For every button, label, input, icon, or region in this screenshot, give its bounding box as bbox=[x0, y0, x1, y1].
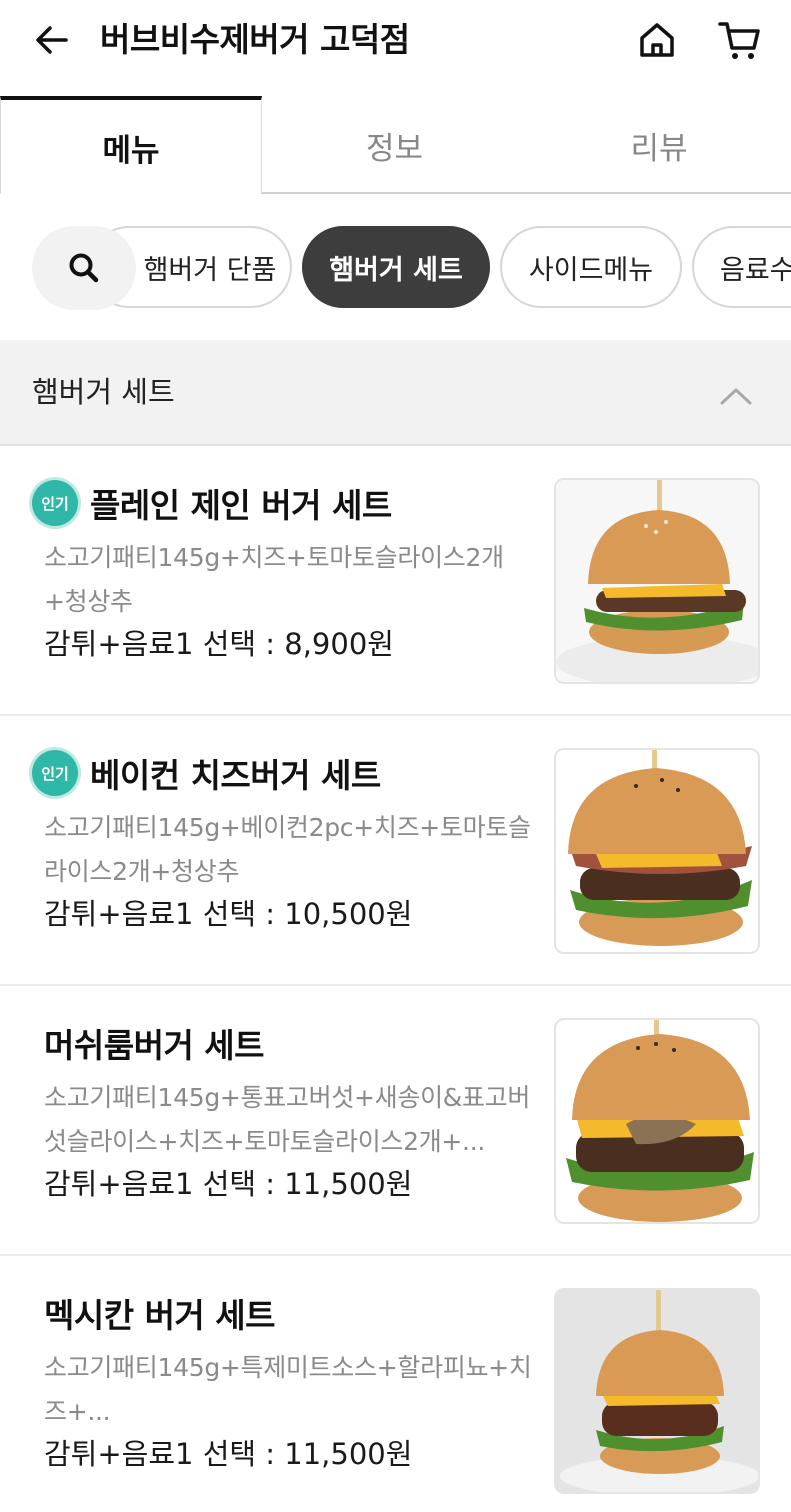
burger-photo bbox=[556, 1290, 758, 1492]
chip-drinks-label: 음료수 bbox=[720, 254, 791, 286]
tab-menu[interactable]: 메뉴 bbox=[0, 96, 262, 194]
menu-item-name-row: 인기 플레인 제인 버거 세트 bbox=[32, 480, 392, 526]
menu-search-button[interactable] bbox=[32, 226, 136, 310]
menu-item-name: 베이컨 치즈버거 세트 bbox=[90, 756, 381, 795]
home-button[interactable] bbox=[632, 16, 682, 64]
tab-reviews[interactable]: 리뷰 bbox=[527, 96, 791, 194]
menu-item-description: 소고기패티145g+베이컨2pc+치즈+토마토슬라이스2개+청상추 bbox=[44, 813, 531, 886]
menu-item-description: 소고기패티145g+치즈+토마토슬라이스2개+청상추 bbox=[44, 543, 504, 616]
section-header[interactable]: 햄버거 세트 bbox=[0, 340, 791, 446]
search-icon bbox=[69, 253, 99, 283]
cart-button[interactable] bbox=[714, 16, 766, 64]
menu-item-name: 멕시칸 버거 세트 bbox=[44, 1296, 276, 1335]
menu-item-photo bbox=[554, 748, 760, 954]
menu-item-description: 소고기패티145g+통표고버섯+새송이&표고버섯슬라이스+치즈+토마토슬라이스2… bbox=[44, 1083, 531, 1156]
menu-item-price: 감튀+음료1 선택 : 10,500원 bbox=[44, 897, 413, 931]
back-button[interactable] bbox=[28, 16, 76, 64]
menu-item-photo bbox=[554, 1018, 760, 1224]
menu-item-name: 플레인 제인 버거 세트 bbox=[90, 486, 392, 525]
menu-item-name: 머쉬룸버거 세트 bbox=[44, 1026, 265, 1065]
category-filter-bar[interactable]: 햄버거 단품 햄버거 세트 사이드메뉴 음료수 bbox=[0, 224, 791, 310]
menu-item[interactable]: 머쉬룸버거 세트 소고기패티145g+통표고버섯+새송이&표고버섯슬라이스+치즈… bbox=[0, 988, 791, 1256]
menu-item-name-row: 멕시칸 버거 세트 bbox=[44, 1290, 276, 1336]
menu-item-photo bbox=[554, 1288, 760, 1494]
store-title: 버브비수제버거 고덕점 bbox=[100, 20, 410, 59]
menu-item[interactable]: 인기 플레인 제인 버거 세트 소고기패티145g+치즈+토마토슬라이스2개+청… bbox=[0, 448, 791, 716]
menu-item[interactable]: 인기 베이컨 치즈버거 세트 소고기패티145g+베이컨2pc+치즈+토마토슬라… bbox=[0, 718, 791, 986]
chip-burger-set[interactable]: 햄버거 세트 bbox=[302, 226, 490, 308]
tab-reviews-label: 리뷰 bbox=[630, 130, 688, 167]
cart-icon bbox=[718, 22, 760, 59]
menu-item-price: 감튀+음료1 선택 : 11,500원 bbox=[44, 1167, 413, 1201]
popular-badge: 인기 bbox=[32, 750, 78, 796]
menu-item-description: 소고기패티145g+특제미트소스+할라피뇨+치즈+... bbox=[44, 1353, 532, 1426]
popular-badge: 인기 bbox=[32, 480, 78, 526]
chip-burger-set-label: 햄버거 세트 bbox=[329, 254, 463, 286]
arrow-left-icon bbox=[36, 26, 68, 54]
tab-info-label: 정보 bbox=[365, 130, 424, 167]
section-title: 햄버거 세트 bbox=[32, 375, 175, 409]
chip-burger-single-label: 햄버거 단품 bbox=[143, 254, 277, 286]
burger-photo bbox=[556, 480, 758, 682]
tab-info[interactable]: 정보 bbox=[262, 96, 527, 194]
chevron-up-icon bbox=[720, 388, 752, 405]
section-collapse-button[interactable] bbox=[714, 376, 758, 416]
menu-item-price: 감튀+음료1 선택 : 8,900원 bbox=[44, 627, 394, 661]
menu-item-price: 감튀+음료1 선택 : 11,500원 bbox=[44, 1437, 413, 1471]
menu-item-name-row: 머쉬룸버거 세트 bbox=[44, 1020, 265, 1066]
top-bar: 버브비수제버거 고덕점 bbox=[0, 0, 791, 80]
chip-drinks[interactable]: 음료수 bbox=[692, 226, 791, 308]
tab-menu-label: 메뉴 bbox=[102, 132, 160, 169]
chip-side-menu[interactable]: 사이드메뉴 bbox=[500, 226, 682, 308]
tab-bar: 메뉴 정보 리뷰 bbox=[0, 96, 791, 194]
chip-side-menu-label: 사이드메뉴 bbox=[528, 254, 654, 286]
burger-photo bbox=[556, 1020, 758, 1222]
burger-photo bbox=[556, 750, 758, 952]
menu-item-name-row: 인기 베이컨 치즈버거 세트 bbox=[32, 750, 381, 796]
home-icon bbox=[640, 23, 674, 57]
menu-item[interactable]: 멕시칸 버거 세트 소고기패티145g+특제미트소스+할라피뇨+치즈+... 감… bbox=[0, 1258, 791, 1512]
menu-item-photo bbox=[554, 478, 760, 684]
